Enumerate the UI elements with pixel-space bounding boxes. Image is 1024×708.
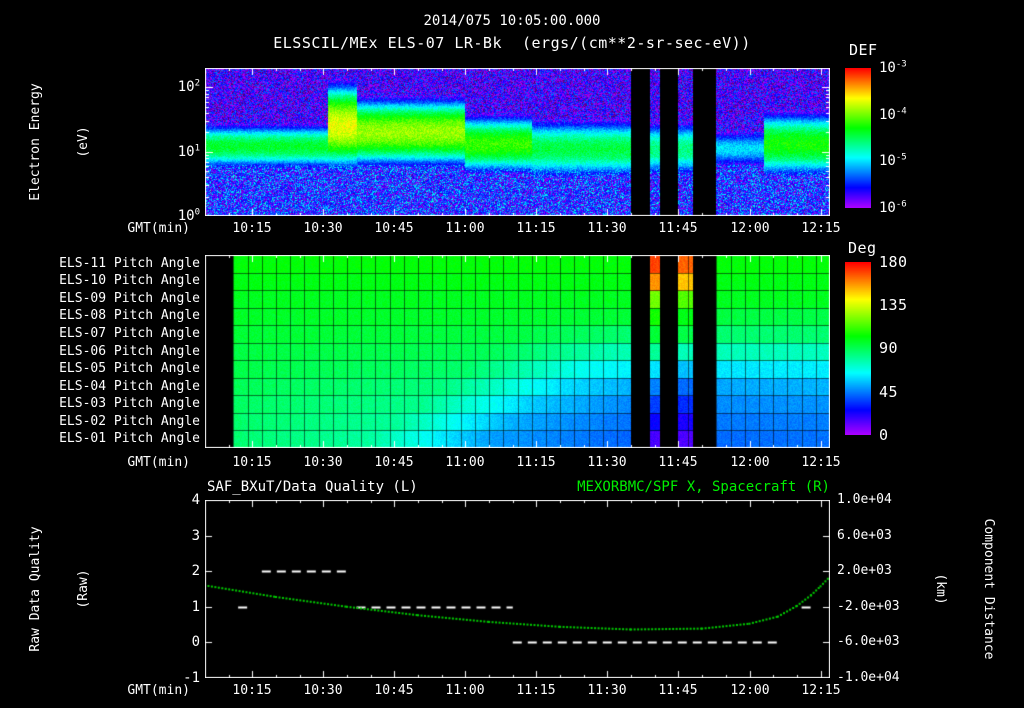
x-tick-label: 10:15 <box>232 683 272 698</box>
tick-exp: -3 <box>895 59 907 70</box>
tick-base: 10 <box>879 153 896 169</box>
def-colorbar-canvas <box>845 68 871 208</box>
y-tick-label-1e1: 101 <box>140 144 200 160</box>
y-axis-title-line1: Electron Energy <box>28 83 43 201</box>
els-row-label: ELS-05 Pitch Angle <box>59 361 200 376</box>
def-colorbar-tick-label: 10-3 <box>879 60 907 76</box>
bottom-left-series-title: SAF_BXuT/Data Quality (L) <box>207 479 418 495</box>
x-tick-label: 11:00 <box>445 455 485 470</box>
x-tick-label: 10:30 <box>303 455 343 470</box>
electron-energy-spectrogram-canvas <box>205 68 830 216</box>
els-summary-plot-page: 2014/075 10:05:00.000 ELSSCIL/MEx ELS-07… <box>0 0 1024 708</box>
x-tick-label: 11:00 <box>445 221 485 236</box>
y-axis-title-line2: (eV) <box>76 126 91 158</box>
left-axis-title-raw-data-quality: Raw Data Quality (Raw) <box>0 526 124 651</box>
right-axis-title-line1: Component Distance <box>981 518 996 660</box>
right-y-tick-label: -2.0e+03 <box>837 599 900 614</box>
left-y-tick-label: 0 <box>191 634 200 650</box>
y-tick-label-1e2: 102 <box>140 79 200 95</box>
x-tick-label: 11:15 <box>516 221 556 236</box>
tick-exp: 1 <box>194 143 200 154</box>
left-y-tick-label: 3 <box>191 528 200 544</box>
x-tick-label: 12:15 <box>801 221 841 236</box>
tick-exp: -4 <box>895 106 907 117</box>
x-tick-label: 11:45 <box>658 683 698 698</box>
left-y-tick-label: 2 <box>191 563 200 579</box>
left-axis-title-line1: Raw Data Quality <box>28 526 43 652</box>
els-row-label: ELS-06 Pitch Angle <box>59 344 200 359</box>
x-tick-label: 11:15 <box>516 683 556 698</box>
tick-exp: 2 <box>194 78 200 89</box>
right-y-tick-label: 6.0e+03 <box>837 528 892 543</box>
tick-base: 10 <box>879 107 896 123</box>
right-y-tick-label: 2.0e+03 <box>837 563 892 578</box>
x-tick-label: 11:45 <box>658 455 698 470</box>
els-row-label: ELS-07 Pitch Angle <box>59 326 200 341</box>
x-tick-label: 12:00 <box>730 221 770 236</box>
els-row-label: ELS-08 Pitch Angle <box>59 308 200 323</box>
els-row-label: ELS-03 Pitch Angle <box>59 396 200 411</box>
deg-colorbar-tick-label: 90 <box>879 339 899 357</box>
left-axis-title-line2: (Raw) <box>76 569 91 609</box>
tick-exp: -6 <box>895 199 907 210</box>
gmt-axis-label: GMT(min) <box>127 683 190 698</box>
x-tick-label: 12:15 <box>801 683 841 698</box>
els-row-label: ELS-10 Pitch Angle <box>59 273 200 288</box>
x-tick-label: 10:45 <box>374 455 414 470</box>
deg-colorbar-tick-label: 45 <box>879 383 899 401</box>
x-tick-label: 11:30 <box>587 683 627 698</box>
right-y-tick-label: -6.0e+03 <box>837 634 900 649</box>
x-tick-label: 11:15 <box>516 455 556 470</box>
right-y-tick-label: 1.0e+04 <box>837 492 892 507</box>
x-tick-label: 12:15 <box>801 455 841 470</box>
plot-subtitle: ELSSCIL/MEx ELS-07 LR-Bk (ergs/(cm**2-sr-… <box>112 35 912 51</box>
x-tick-label: 10:45 <box>374 683 414 698</box>
deg-colorbar-tick-label: 0 <box>879 426 889 444</box>
deg-colorbar-title: Deg <box>848 239 877 257</box>
x-tick-label: 12:00 <box>730 683 770 698</box>
x-tick-label: 12:00 <box>730 455 770 470</box>
x-tick-label: 10:30 <box>303 683 343 698</box>
els-row-label: ELS-11 Pitch Angle <box>59 256 200 271</box>
x-tick-label: 11:45 <box>658 221 698 236</box>
right-axis-title-component-distance: Component Distance (km) <box>900 519 1024 660</box>
tick-exp: -5 <box>895 152 907 163</box>
x-tick-label: 11:00 <box>445 683 485 698</box>
deg-colorbar-tick-label: 135 <box>879 296 908 314</box>
left-y-tick-label: 1 <box>191 599 200 615</box>
subtitle-units: (ergs/(cm**2-sr-sec-eV)) <box>522 34 751 52</box>
tick-base: 10 <box>879 200 896 216</box>
def-colorbar-tick-label: 10-5 <box>879 153 907 169</box>
right-axis-title-line2: (km) <box>933 573 948 605</box>
pitch-angle-heatmap-canvas <box>205 255 830 448</box>
tick-base: 10 <box>177 144 195 160</box>
deg-colorbar-tick-label: 180 <box>879 253 908 271</box>
subtitle-instrument: ELSSCIL/MEx ELS-07 LR-Bk <box>273 34 502 52</box>
els-row-label: ELS-02 Pitch Angle <box>59 414 200 429</box>
def-colorbar-tick-label: 10-4 <box>879 107 907 123</box>
els-row-label: ELS-09 Pitch Angle <box>59 291 200 306</box>
def-colorbar-tick-label: 10-6 <box>879 200 907 216</box>
deg-colorbar-canvas <box>845 262 871 435</box>
bottom-right-series-title: MEXORBMC/SPF X, Spacecraft (R) <box>577 479 830 495</box>
x-tick-label: 11:30 <box>587 455 627 470</box>
els-row-label: ELS-04 Pitch Angle <box>59 379 200 394</box>
x-tick-label: 10:15 <box>232 455 272 470</box>
left-y-tick-label: 4 <box>191 492 200 508</box>
def-colorbar-title: DEF <box>849 41 878 59</box>
tick-exp: 0 <box>194 207 200 218</box>
els-row-label: ELS-01 Pitch Angle <box>59 431 200 446</box>
x-tick-label: 10:30 <box>303 221 343 236</box>
tick-base: 10 <box>879 60 896 76</box>
x-tick-label: 10:45 <box>374 221 414 236</box>
tick-base: 10 <box>177 79 195 95</box>
gmt-axis-label: GMT(min) <box>127 455 190 470</box>
page-title: 2014/075 10:05:00.000 <box>423 13 601 29</box>
quality-distance-plot-canvas <box>205 500 830 678</box>
gmt-axis-label: GMT(min) <box>127 221 190 236</box>
y-axis-title-electron-energy: Electron Energy (eV) <box>0 83 124 200</box>
x-tick-label: 10:15 <box>232 221 272 236</box>
x-tick-label: 11:30 <box>587 221 627 236</box>
